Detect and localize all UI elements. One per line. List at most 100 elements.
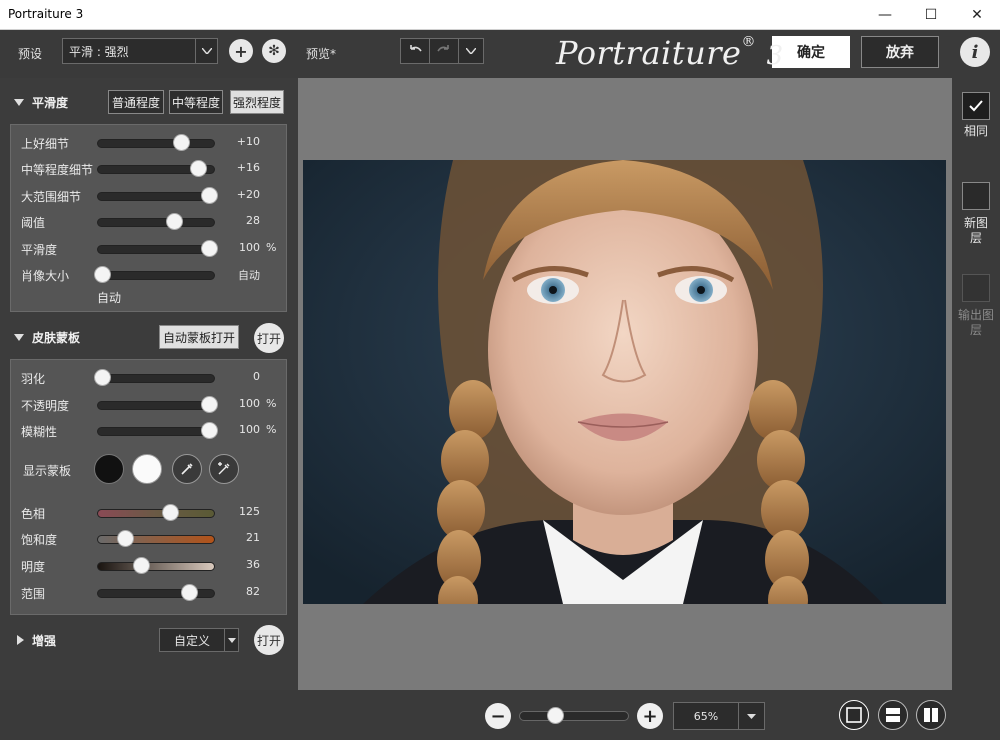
slider-knob[interactable] [200,240,218,257]
slider-value: 28 [246,214,260,227]
logo-text: Portraiture [556,34,742,72]
close-button[interactable]: ✕ [954,0,1000,30]
saturation-track[interactable] [97,535,215,544]
undo-button[interactable] [400,38,430,64]
slider-knob[interactable] [166,213,184,230]
auto-mask-button[interactable]: 自动蒙板打开 [159,325,239,349]
slider-row: 肖像大小 自动 [11,262,288,288]
logo-registered: ® [741,34,756,50]
level-strong-button[interactable]: 强烈程度 [230,90,284,114]
smoothing-panel: 上好细节 +10 中等程度细节 +16 大范围细节 +20 阈值 28 平滑度 … [10,124,287,312]
split-horizontal-icon [886,708,900,722]
slider-unit: % [266,241,277,254]
zoom-slider-knob[interactable] [546,707,564,724]
split-vertical-view-button[interactable] [916,700,946,730]
info-button[interactable]: i [960,37,990,67]
slider-track[interactable] [97,192,215,201]
slider-value: 125 [239,505,260,518]
slider-knob[interactable] [200,396,218,413]
hue-slider-row: 色相 125 [11,500,288,526]
new-layer-checkbox[interactable] [962,182,990,210]
white-mask-swatch[interactable] [132,454,162,484]
slider-label: 羽化 [21,372,46,386]
split-horizontal-view-button[interactable] [878,700,908,730]
slider-knob[interactable] [94,369,112,386]
bottom-bar: − + 65% [0,690,1000,740]
slider-row: 羽化 0 [11,365,288,391]
slider-knob[interactable] [200,422,218,439]
eyedropper-button[interactable] [172,454,202,484]
enhance-preset-dropdown[interactable]: 自定义 [159,628,239,652]
hue-track[interactable] [97,509,215,518]
zoom-in-button[interactable]: + [637,703,663,729]
slider-value: 36 [246,558,260,571]
slider-knob[interactable] [173,134,191,151]
slider-label: 不透明度 [21,399,70,413]
level-normal-button[interactable]: 普通程度 [108,90,164,114]
add-preset-button[interactable]: + [229,39,253,63]
cancel-button[interactable]: 放弃 [861,36,939,68]
slider-track[interactable] [97,218,215,227]
right-panel: 相同 新图层 输出图层 [952,78,1000,690]
slider-track[interactable] [97,374,215,383]
skinmask-panel: 羽化 0 不透明度 100 % 模糊性 100 % 显示蒙板 色相 125 饱和… [10,359,287,615]
zoom-dropdown[interactable]: 65% [673,702,765,730]
chevron-down-icon [224,629,238,651]
skinmask-toggle-button[interactable]: 打开 [254,323,284,353]
slider-value: 100 [239,241,260,254]
eyedropper-icon [181,463,193,475]
same-label: 相同 [963,124,988,138]
preview-canvas[interactable] [298,78,952,690]
preset-settings-button[interactable]: ✻ [262,39,286,63]
same-checkbox[interactable] [962,92,990,120]
undo-icon [410,45,422,52]
gear-icon: ✻ [268,43,280,59]
single-view-button[interactable] [839,700,869,730]
slider-row: 中等程度细节 +16 [11,156,288,182]
slider-track[interactable] [97,427,215,436]
slider-knob[interactable] [200,187,218,204]
slider-value: 21 [246,531,260,544]
slider-label: 大范围细节 [21,190,82,204]
black-mask-swatch[interactable] [94,454,124,484]
slider-knob[interactable] [94,266,112,283]
history-dropdown-button[interactable] [458,38,484,64]
window-title: Portraiture 3 [8,7,84,21]
level-medium-button[interactable]: 中等程度 [169,90,223,114]
slider-knob[interactable] [180,584,198,601]
maximize-button[interactable]: ☐ [908,0,954,30]
slider-row: 模糊性 100 % [11,418,288,444]
slider-track[interactable] [97,139,215,148]
slider-label: 模糊性 [21,425,58,439]
slider-unit: % [266,423,277,436]
zoom-slider-track[interactable] [519,711,629,721]
preset-value: 平滑 : 强烈 [69,44,129,59]
redo-button[interactable] [429,38,459,64]
output-layer-checkbox[interactable] [962,274,990,302]
slider-label: 饱和度 [21,533,58,547]
slider-value: +16 [236,161,260,174]
slider-track[interactable] [97,271,215,280]
enhance-toggle-button[interactable]: 打开 [254,625,284,655]
slider-knob[interactable] [116,530,134,547]
preset-dropdown[interactable]: 平滑 : 强烈 [62,38,218,64]
slider-label: 上好细节 [21,137,70,151]
slider-row: 上好细节 +10 [11,130,288,156]
zoom-out-button[interactable]: − [485,703,511,729]
slider-knob[interactable] [133,557,151,574]
enhance-title: 增强 [32,633,57,648]
eyedropper-plus-icon [218,462,230,475]
ok-button[interactable]: 确定 [772,36,850,68]
slider-knob[interactable] [189,160,207,177]
brightness-track[interactable] [97,562,215,571]
smoothing-title: 平滑度 [32,95,69,110]
enhance-section-header[interactable]: 增强 [0,626,296,654]
enhance-preset-value: 自定义 [173,633,210,648]
eyedropper-plus-button[interactable] [209,454,239,484]
plus-icon: + [642,705,658,727]
slider-track[interactable] [97,245,215,254]
skinmask-section-header[interactable]: 皮肤蒙板 [0,323,296,351]
minimize-button[interactable]: — [862,0,908,30]
slider-track[interactable] [97,401,215,410]
slider-knob[interactable] [161,504,179,521]
